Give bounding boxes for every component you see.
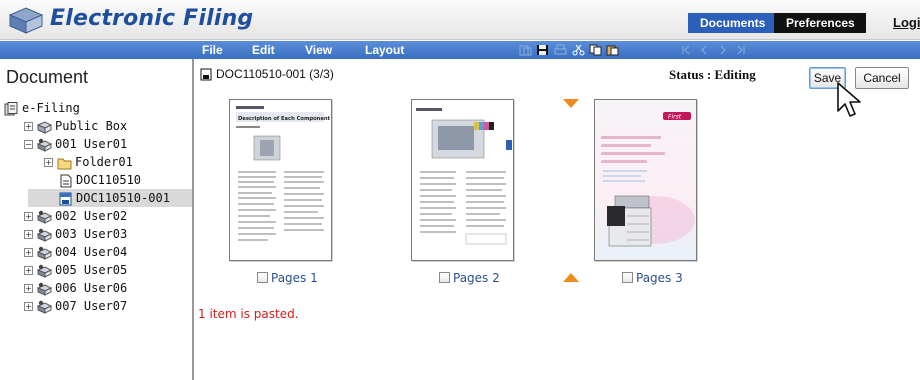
insert-position-up-arrow-icon [563,273,579,282]
page-checkbox-2[interactable]: Pages 2 [439,271,500,285]
tree-item-e-filing[interactable]: e-Filing [4,99,80,117]
box-icon [37,120,52,134]
user-box-icon [37,138,52,152]
app-title: Electronic Filing [50,6,254,31]
mouse-pointer-icon [837,82,861,117]
tree-item-label: 007 User07 [55,299,128,313]
expand-icon[interactable]: + [24,266,33,275]
document-title: DOC110510-001 (3/3) [216,67,334,81]
document-edit-icon [59,192,72,205]
page-thumbnail-2[interactable] [411,99,514,261]
save-icon[interactable] [536,44,549,56]
page-label: Pages 2 [453,271,500,285]
tree-item-label: DOC110510 [76,173,142,187]
panel-title: Document [6,67,89,87]
tree-item-doc110510-001[interactable]: DOC110510-001 [28,189,192,207]
tree-item-user04[interactable]: + 004 User04 [24,243,127,261]
tree-item-user06[interactable]: + 006 User06 [24,279,127,297]
menu-edit[interactable]: Edit [252,43,275,57]
tree-item-label: Public Box [55,119,128,133]
document-icon [60,174,72,187]
tree-item-folder01[interactable]: + Folder01 [44,153,133,171]
tree-item-doc110510[interactable]: DOC110510 [58,171,141,189]
tree-item-user07[interactable]: + 007 User07 [24,297,127,315]
tree-item-label: 005 User05 [55,263,128,277]
thumb-heading: Description of Each Component [238,116,331,122]
user-box-icon [37,246,52,260]
tree-item-label: 006 User06 [55,281,128,295]
next-page-icon[interactable] [716,44,729,56]
user-box-icon [37,228,52,242]
thumb-badge: First [668,114,682,121]
status-message: 1 item is pasted. [198,307,299,321]
first-page-icon[interactable] [680,44,693,56]
page-checkbox-1[interactable]: Pages 1 [257,271,318,285]
logout-link[interactable]: Logi [893,15,920,30]
page-thumbnail-1[interactable]: Description of Each Component [229,99,332,261]
efiling-icon [4,101,18,115]
tree-item-user02[interactable]: + 002 User02 [24,207,127,225]
folder-icon [57,158,72,169]
tree-item-label: Folder01 [75,155,133,169]
print-icon[interactable] [554,44,567,56]
page-checkbox-3[interactable]: Pages 3 [622,271,683,285]
insert-position-down-arrow-icon [563,99,579,108]
menu-view[interactable]: View [305,43,332,57]
page-label: Pages 3 [636,271,683,285]
app-header: Electronic Filing Documents Preferences … [0,0,920,40]
expand-icon[interactable]: + [24,302,33,311]
tab-documents[interactable]: Documents [688,13,774,33]
expand-icon[interactable]: + [24,248,33,257]
user-box-icon [37,300,52,314]
document-edit-icon [200,68,212,81]
user-box-icon [37,282,52,296]
menu-bar: File Edit View Layout [194,41,920,59]
page-3-preview: First [595,100,696,260]
expand-icon[interactable]: + [24,230,33,239]
tree-item-label: 003 User03 [55,227,128,241]
page-label: Pages 1 [271,271,318,285]
page-2-preview [416,108,512,245]
expand-icon[interactable]: + [24,122,33,131]
tree-item-user01[interactable]: − 001 User01 [24,135,127,153]
left-panel-header-bar [0,41,194,59]
expand-icon[interactable]: + [24,212,33,221]
expand-icon[interactable]: + [44,158,53,167]
tab-preferences[interactable]: Preferences [774,13,866,33]
expand-icon[interactable]: + [24,284,33,293]
collapse-icon[interactable]: − [24,140,33,149]
copy-icon[interactable] [589,44,602,56]
status-label: Status : Editing [669,67,756,82]
user-box-icon [37,264,52,278]
paste-icon[interactable] [606,44,619,56]
tree-item-label: 002 User02 [55,209,128,223]
menu-layout[interactable]: Layout [365,43,404,57]
paste-icon[interactable] [519,44,532,56]
last-page-icon[interactable] [734,44,747,56]
cancel-button[interactable]: Cancel [855,67,909,89]
tree-item-user05[interactable]: + 005 User05 [24,261,127,279]
prev-page-icon[interactable] [698,44,711,56]
user-box-icon [37,210,52,224]
tree-item-label: DOC110510-001 [76,191,170,205]
checkbox-icon[interactable] [622,272,633,283]
document-tree-panel: Document e-Filing + Public Box − 001 Use… [0,59,194,380]
e-filing-logo-icon [8,7,44,34]
page-thumbnail-3[interactable]: First [594,99,697,261]
tree-item-user03[interactable]: + 003 User03 [24,225,127,243]
tree-item-label: 004 User04 [55,245,128,259]
tree-item-label: 001 User01 [55,137,128,151]
page-1-preview: Description of Each Component [236,106,331,241]
tree-item-label: e-Filing [22,101,80,115]
cut-icon[interactable] [572,44,585,56]
tree-item-public-box[interactable]: + Public Box [24,117,127,135]
checkbox-icon[interactable] [257,272,268,283]
menu-file[interactable]: File [202,43,223,57]
checkbox-icon[interactable] [439,272,450,283]
